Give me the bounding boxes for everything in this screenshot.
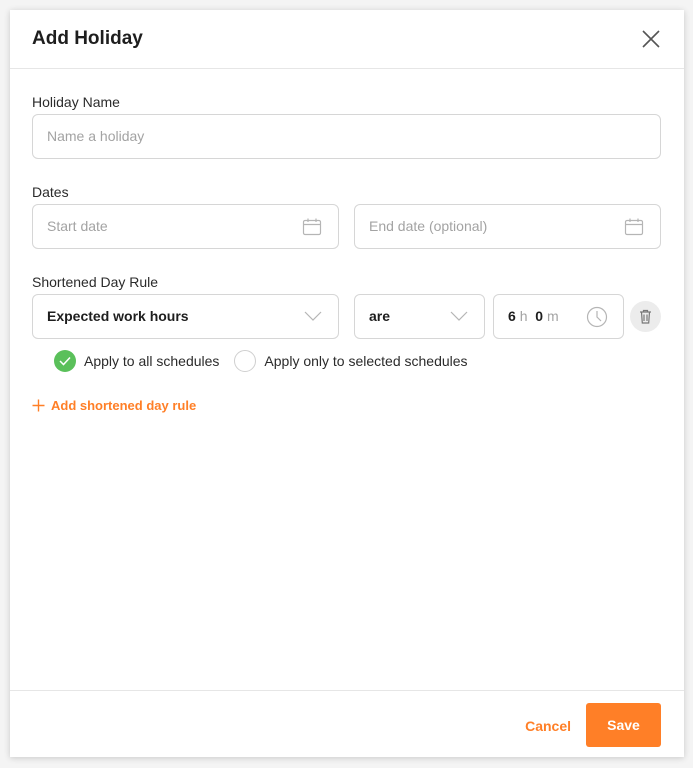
rule-metric-select[interactable]: Expected work hours: [32, 294, 339, 339]
dialog-header: Add Holiday: [10, 10, 684, 69]
end-date-input[interactable]: End date (optional): [354, 204, 661, 249]
dialog-footer: Cancel Save: [10, 690, 684, 758]
end-date-placeholder: End date (optional): [369, 218, 488, 234]
calendar-icon: [624, 218, 644, 236]
apply-all-label[interactable]: Apply to all schedules: [84, 353, 219, 369]
apply-selected-radio[interactable]: [234, 350, 257, 372]
holiday-name-input[interactable]: Name a holiday: [32, 114, 661, 159]
delete-rule-button[interactable]: [630, 301, 661, 332]
check-icon: [59, 356, 71, 366]
apply-all-radio[interactable]: [54, 350, 76, 372]
minutes-value: 0: [535, 308, 544, 324]
save-button[interactable]: Save: [586, 703, 661, 747]
dialog-title: Add Holiday: [32, 28, 143, 49]
add-shortened-day-rule-button[interactable]: Add shortened day rule: [32, 398, 196, 413]
holiday-name-label: Holiday Name: [32, 94, 120, 110]
add-holiday-dialog: Add Holiday Holiday Name Name a holiday …: [10, 10, 684, 757]
start-date-input[interactable]: Start date: [32, 204, 339, 249]
schedule-scope-group: Apply to all schedules Apply only to sel…: [54, 350, 468, 372]
duration-input[interactable]: 6 h 0 m: [493, 294, 624, 339]
duration-value: 6 h 0 m: [508, 308, 559, 324]
rule-operator-value: are: [369, 308, 391, 324]
clock-icon: [586, 306, 608, 328]
apply-selected-label[interactable]: Apply only to selected schedules: [264, 353, 467, 369]
rule-operator-select[interactable]: are: [354, 294, 485, 339]
rule-metric-value: Expected work hours: [47, 308, 189, 324]
hours-unit: h: [519, 308, 528, 324]
add-rule-label: Add shortened day rule: [51, 398, 197, 413]
chevron-down-icon: [450, 311, 468, 321]
close-icon: [642, 30, 660, 48]
chevron-down-icon: [304, 311, 322, 321]
calendar-icon: [302, 218, 322, 236]
close-button[interactable]: [640, 28, 662, 50]
cancel-button[interactable]: Cancel: [525, 718, 571, 734]
start-date-placeholder: Start date: [47, 218, 108, 234]
hours-value: 6: [508, 308, 516, 324]
trash-icon: [640, 309, 651, 324]
plus-icon: [32, 399, 45, 412]
holiday-name-placeholder: Name a holiday: [47, 128, 145, 144]
shortened-day-rule-label: Shortened Day Rule: [32, 274, 159, 290]
minutes-unit: m: [546, 308, 559, 324]
dates-label: Dates: [32, 184, 69, 200]
